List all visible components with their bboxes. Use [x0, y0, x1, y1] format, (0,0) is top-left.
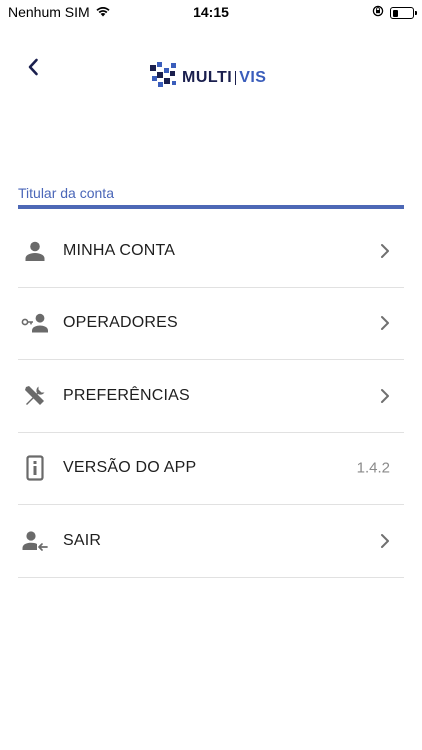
app-version-value: 1.4.2: [356, 459, 390, 477]
app-header: MULTI VIS: [0, 44, 422, 94]
logo-divider: [235, 70, 237, 85]
info-icon: [18, 453, 52, 483]
logo-wordmark: MULTI VIS: [182, 69, 266, 87]
menu-item-sair[interactable]: SAIR: [18, 505, 404, 578]
section-title: Titular da conta: [18, 185, 114, 201]
tools-icon: [18, 381, 52, 411]
account-menu: MINHA CONTA OPERADORES PREFERÊNCIAS VERS…: [18, 215, 404, 578]
chevron-right-icon: [380, 315, 392, 331]
menu-item-label: OPERADORES: [63, 314, 178, 332]
chevron-right-icon: [380, 388, 392, 404]
status-right: [372, 4, 417, 22]
orientation-lock-icon: [372, 4, 384, 22]
menu-item-preferencias[interactable]: PREFERÊNCIAS: [18, 360, 404, 433]
chevron-right-icon: [380, 243, 392, 259]
logo-mark-icon: [150, 62, 178, 93]
menu-item-versao-do-app: VERSÃO DO APP 1.4.2: [18, 433, 404, 505]
back-button[interactable]: [18, 54, 48, 84]
logo-vis-text: VIS: [239, 68, 267, 86]
menu-item-minha-conta[interactable]: MINHA CONTA: [18, 215, 404, 288]
chevron-left-icon: [27, 58, 39, 81]
logo-multi-text: MULTI: [182, 68, 233, 86]
menu-item-operadores[interactable]: OPERADORES: [18, 288, 404, 360]
menu-item-label: VERSÃO DO APP: [63, 459, 197, 477]
person-icon: [18, 236, 52, 266]
logout-icon: [18, 526, 52, 556]
status-time: 14:15: [193, 4, 229, 20]
menu-item-label: MINHA CONTA: [63, 241, 176, 259]
operator-key-icon: [18, 308, 52, 338]
chevron-right-icon: [380, 533, 392, 549]
status-bar: Nenhum SIM 14:15: [0, 0, 422, 24]
battery-icon: [390, 7, 417, 19]
section-underline: [18, 205, 404, 209]
menu-item-label: PREFERÊNCIAS: [63, 386, 190, 404]
battery-level: [392, 9, 398, 17]
menu-item-label: SAIR: [63, 531, 102, 549]
multivis-logo: MULTI VIS: [150, 62, 266, 93]
